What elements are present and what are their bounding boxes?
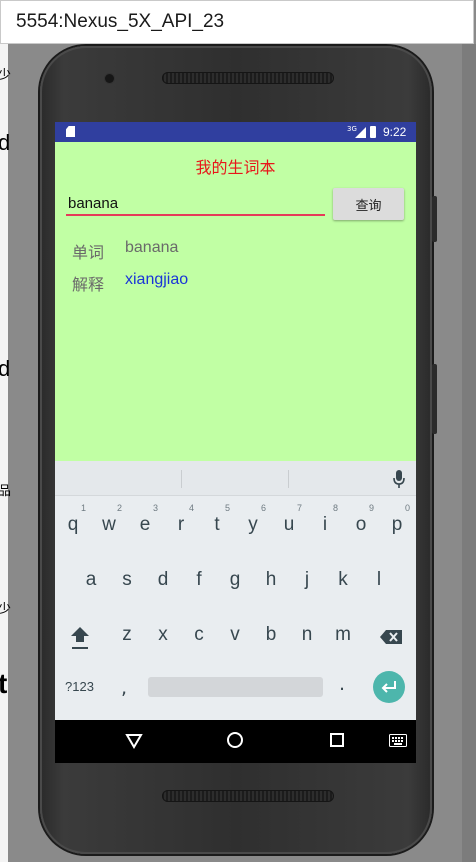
key-r[interactable]: r <box>166 513 196 537</box>
query-button[interactable]: 查询 <box>333 188 404 220</box>
backspace-icon[interactable] <box>379 629 403 645</box>
battery-icon <box>370 126 376 138</box>
key-d[interactable]: d <box>148 568 178 592</box>
enter-icon <box>381 681 396 693</box>
navigation-bar <box>55 720 416 763</box>
key-a[interactable]: a <box>76 568 106 592</box>
key-hint: 5 <box>225 503 231 513</box>
key-i[interactable]: i <box>310 513 340 537</box>
key-hint: 7 <box>297 503 303 513</box>
app-title: 我的生词本 <box>195 158 276 177</box>
desktop-glyph: d <box>0 130 11 155</box>
key-g[interactable]: g <box>220 568 250 592</box>
period-key[interactable]: . <box>339 673 345 695</box>
word-search-input[interactable] <box>66 192 325 216</box>
key-y[interactable]: y <box>238 513 268 537</box>
key-x[interactable]: x <box>148 623 178 647</box>
key-k[interactable]: k <box>328 568 358 592</box>
network-type: 3G <box>347 125 357 133</box>
device-screen: 3G 9:22 我的生词本 查询 单词 banana 解释 xiangjiao … <box>55 122 416 763</box>
key-z[interactable]: z <box>112 623 142 647</box>
comma-key[interactable]: , <box>121 677 127 699</box>
key-c[interactable]: c <box>184 623 214 647</box>
key-j[interactable]: j <box>292 568 322 592</box>
key-u[interactable]: u <box>274 513 304 537</box>
power-button[interactable] <box>432 196 437 242</box>
desktop-left-edge: 少 d d 品 少 t <box>0 44 12 862</box>
key-n[interactable]: n <box>292 623 322 647</box>
microphone-icon[interactable] <box>392 469 406 489</box>
emulator-title: 5554:Nexus_5X_API_23 <box>16 11 225 32</box>
top-speaker <box>162 72 334 84</box>
desktop-glyph: 少 <box>0 67 12 82</box>
key-hint: 1 <box>81 503 87 513</box>
desktop-glyph: 品 <box>0 483 12 498</box>
key-f[interactable]: f <box>184 568 214 592</box>
suggestion-strip <box>55 461 416 496</box>
space-bar[interactable] <box>148 677 323 697</box>
key-s[interactable]: s <box>112 568 142 592</box>
key-v[interactable]: v <box>220 623 250 647</box>
emulator-title-bar: 5554:Nexus_5X_API_23 <box>0 0 474 44</box>
word-label: 单词 <box>72 243 105 262</box>
key-hint: 2 <box>117 503 123 513</box>
word-value: banana <box>125 239 179 256</box>
desktop-right-edge <box>462 44 476 862</box>
key-l[interactable]: l <box>364 568 394 592</box>
keyboard-switch-icon[interactable] <box>389 734 407 747</box>
key-t[interactable]: t <box>202 513 232 537</box>
desktop-glyph: 少 <box>0 601 12 616</box>
key-e[interactable]: e <box>130 513 160 537</box>
key-hint: 9 <box>369 503 375 513</box>
meaning-value: xiangjiao <box>125 271 189 288</box>
key-hint: 4 <box>189 503 195 513</box>
meaning-label: 解释 <box>72 275 105 294</box>
key-h[interactable]: h <box>256 568 286 592</box>
soft-keyboard: 1 2 3 4 5 6 7 8 9 0 q w e r t y u i o p … <box>55 461 416 720</box>
key-hint: 6 <box>261 503 267 513</box>
bottom-speaker <box>162 790 334 802</box>
app-content: 我的生词本 查询 单词 banana 解释 xiangjiao <box>55 142 416 461</box>
key-o[interactable]: o <box>346 513 376 537</box>
key-hint: 3 <box>153 503 159 513</box>
clock: 9:22 <box>383 125 407 139</box>
shift-icon[interactable] <box>69 624 91 652</box>
symbols-key[interactable]: ?123 <box>65 679 94 694</box>
key-q[interactable]: q <box>58 513 88 537</box>
key-hint: 0 <box>405 503 411 513</box>
status-bar: 3G 9:22 <box>55 122 416 142</box>
enter-key[interactable] <box>373 671 405 703</box>
volume-button[interactable] <box>432 364 437 434</box>
key-b[interactable]: b <box>256 623 286 647</box>
suggestion-divider <box>288 470 289 488</box>
home-icon[interactable] <box>226 731 244 749</box>
key-w[interactable]: w <box>94 513 124 537</box>
desktop-glyph: d <box>0 356 11 381</box>
desktop-glyph: t <box>0 668 8 699</box>
key-p[interactable]: p <box>382 513 412 537</box>
recents-icon[interactable] <box>329 732 345 748</box>
front-camera <box>105 74 114 83</box>
sd-card-icon <box>66 126 75 137</box>
key-hint: 8 <box>333 503 339 513</box>
suggestion-divider <box>181 470 182 488</box>
key-m[interactable]: m <box>328 623 358 647</box>
back-icon[interactable] <box>125 733 143 749</box>
